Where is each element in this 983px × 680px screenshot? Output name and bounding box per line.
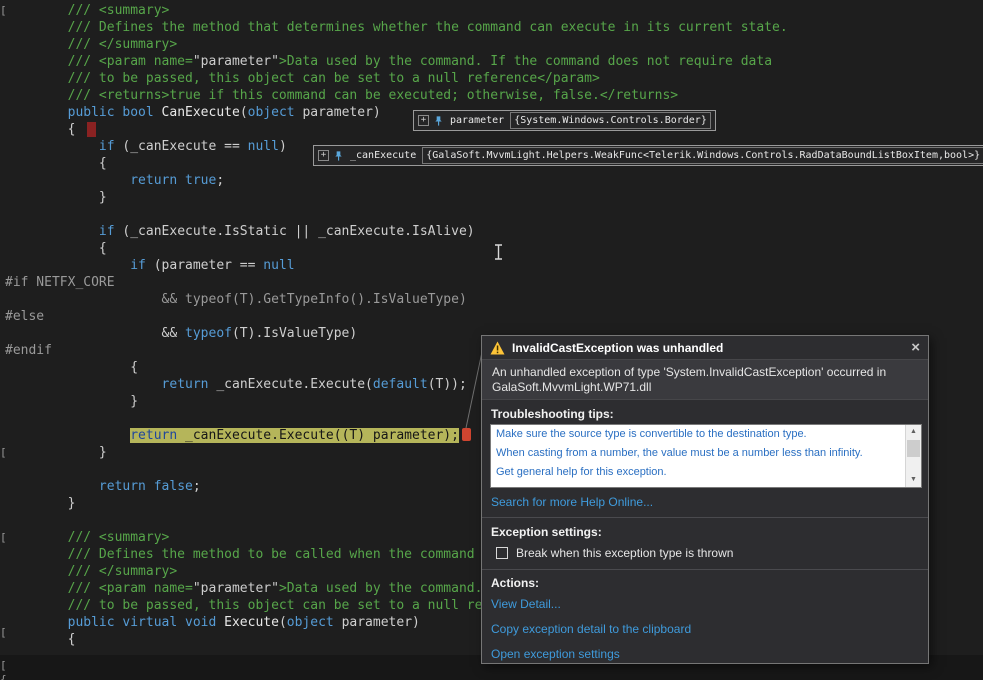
tip-link[interactable]: Make sure the source type is convertible… [491,425,921,444]
close-icon[interactable]: × [911,340,920,355]
scrollbar-thumb[interactable] [907,440,920,457]
scroll-down-icon[interactable]: ▼ [906,473,921,487]
troubleshooting-tips-list[interactable]: Make sure the source type is convertible… [490,424,922,488]
code-line: /// <returns>true if this command can be… [5,88,679,103]
expand-icon[interactable]: + [318,150,329,161]
code-line: /// <summary> [5,3,170,18]
code-line: /// Defines the method that determines w… [5,20,788,35]
code-line: /// </summary> [5,37,178,52]
break-checkbox[interactable] [496,547,508,559]
exception-source-icon [461,428,471,441]
exception-dialog: InvalidCastException was unhandled × An … [481,335,929,664]
scroll-up-icon[interactable]: ▲ [906,425,921,439]
code-line: /// to be passed, this object can be set… [5,71,600,86]
separator [482,569,928,570]
fold-marker[interactable]: [ [0,444,7,461]
exception-statement-highlight: return _canExecute.Execute((T) parameter… [130,428,459,443]
fold-marker[interactable]: [ [0,624,7,641]
code-line: { [5,241,107,256]
variable-name: parameter [450,115,505,126]
tip-link[interactable]: When casting from a number, the value mu… [491,444,921,463]
code-line: && typeof(T).GetTypeInfo().IsValueType) [5,292,467,307]
variable-name: _canExecute [350,150,417,161]
pin-icon[interactable] [333,150,344,162]
actions-label: Actions: [491,576,539,590]
view-detail-link[interactable]: View Detail... [491,597,561,611]
troubleshooting-tips-label: Troubleshooting tips: [491,407,614,421]
datatip-canexecute[interactable]: + _canExecute {GalaSoft.MvvmLight.Helper… [313,145,983,166]
exception-message: An unhandled exception of type 'System.I… [482,359,928,400]
code-line: #if NETFX_CORE [5,275,115,290]
separator [482,517,928,518]
dialog-title: InvalidCastException was unhandled [512,340,724,355]
open-settings-link[interactable]: Open exception settings [491,647,620,661]
exception-settings-label: Exception settings: [491,525,602,539]
variable-value: {GalaSoft.MvvmLight.Helpers.WeakFunc<Tel… [422,147,983,164]
fold-marker[interactable]: { [0,671,7,680]
break-checkbox-row[interactable]: Break when this exception type is thrown [496,546,733,560]
error-marker [87,122,96,137]
search-help-link[interactable]: Search for more Help Online... [491,495,653,509]
datatip-parameter[interactable]: + parameter {System.Windows.Controls.Bor… [413,110,716,131]
code-line: return true; [130,173,225,188]
fold-marker[interactable]: [ [0,2,7,19]
dialog-title-bar[interactable]: InvalidCastException was unhandled × [482,336,928,359]
variable-value: {System.Windows.Controls.Border} [510,112,711,129]
code-line: if (_canExecute.IsStatic || _canExecute.… [98,224,475,239]
pin-icon[interactable] [433,115,444,127]
code-line: #else [5,309,45,324]
warning-icon [490,341,505,354]
code-line: if (parameter == null [130,258,295,273]
code-line: /// <param name="parameter">Data used by… [5,54,773,69]
break-checkbox-label: Break when this exception type is thrown [516,546,734,560]
copy-detail-link[interactable]: Copy exception detail to the clipboard [491,622,691,636]
tip-link[interactable]: Get general help for this exception. [491,463,921,482]
expand-icon[interactable]: + [418,115,429,126]
tips-scrollbar[interactable]: ▲ ▼ [905,425,921,487]
fold-marker[interactable]: [ [0,529,7,546]
code-line: } [5,190,107,205]
